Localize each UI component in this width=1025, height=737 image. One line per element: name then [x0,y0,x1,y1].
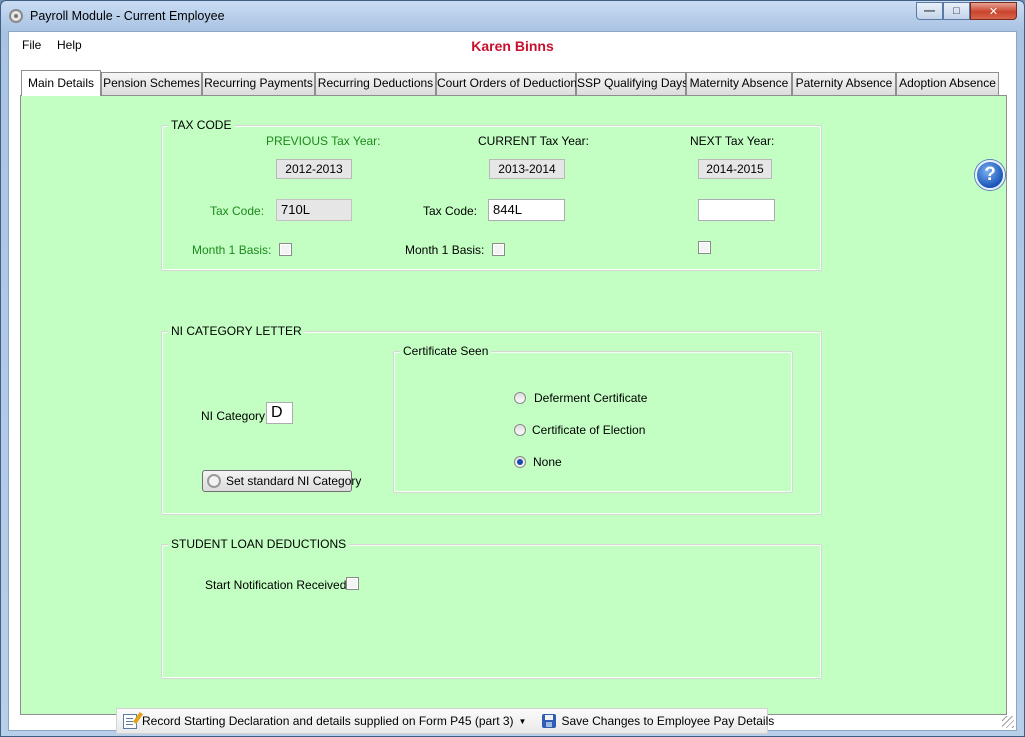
next-year-value: 2014-2015 [698,159,772,179]
none-radio[interactable] [514,456,526,468]
client-area: File Help Karen Binns Main Details Pensi… [8,31,1017,734]
current-year-label: CURRENT Tax Year: [478,134,589,148]
current-tax-code-field[interactable]: 844L [488,199,565,221]
ni-category-label: NI Category: [201,409,269,423]
save-changes-button[interactable]: Save Changes to Employee Pay Details [536,710,780,732]
tab-recurring-payments[interactable]: Recurring Payments [202,72,315,95]
student-loan-group: STUDENT LOAN DEDUCTIONS Start Notificati… [161,537,822,679]
tab-main-details[interactable]: Main Details [21,70,101,96]
save-changes-label: Save Changes to Employee Pay Details [561,714,775,728]
next-year-label: NEXT Tax Year: [690,134,775,148]
certificate-of-election-radio[interactable] [514,424,526,436]
tab-court-orders[interactable]: Court Orders of Deduction [436,72,577,95]
help-icon[interactable]: ? [975,160,1005,190]
ni-category-group: NI CATEGORY LETTER NI Category: D Set st… [161,324,822,515]
current-month1-label: Month 1 Basis: [405,243,485,257]
previous-tax-code-label: Tax Code: [210,204,265,218]
document-edit-icon [123,713,137,729]
set-standard-ni-label: Set standard NI Category [226,474,362,488]
current-tax-code-label: Tax Code: [423,204,478,218]
resize-grip[interactable] [1002,716,1014,728]
main-details-page: TAX CODE PREVIOUS Tax Year: CURRENT Tax … [20,95,1007,734]
maximize-icon: □ [953,5,960,17]
save-disk-icon [542,714,557,728]
start-notification-checkbox[interactable] [346,577,359,590]
tab-paternity-absence[interactable]: Paternity Absence [792,72,896,95]
minimize-icon: — [924,5,935,17]
previous-year-value: 2012-2013 [276,159,352,179]
record-starting-declaration-button[interactable]: Record Starting Declaration and details … [117,710,532,732]
settings-icon[interactable] [9,9,23,23]
gear-icon [207,474,221,488]
tab-adoption-absence[interactable]: Adoption Absence [896,72,999,95]
current-month1-checkbox[interactable] [492,243,505,256]
record-starting-declaration-label: Record Starting Declaration and details … [142,714,514,728]
maximize-button[interactable]: □ [943,2,970,20]
previous-tax-code-field: 710L [276,199,352,221]
certificate-seen-group: Certificate Seen Deferment Certificate C… [393,344,793,493]
ni-category-legend: NI CATEGORY LETTER [168,324,305,338]
chevron-down-icon[interactable]: ▼ [519,717,527,726]
deferment-certificate-label[interactable]: Deferment Certificate [534,391,647,405]
tab-recurring-deductions[interactable]: Recurring Deductions [315,72,436,95]
previous-month1-checkbox [279,243,292,256]
window-title: Payroll Module - Current Employee [30,9,225,23]
menu-bar: File Help Karen Binns [9,32,1016,58]
previous-year-label: PREVIOUS Tax Year: [266,134,381,148]
employee-name: Karen Binns [471,38,554,54]
next-month1-checkbox[interactable] [698,241,711,254]
previous-month1-label: Month 1 Basis: [192,243,272,257]
tab-pension-schemes[interactable]: Pension Schemes [101,72,202,95]
bottom-toolbar: Record Starting Declaration and details … [116,708,774,734]
deferment-certificate-radio[interactable] [514,392,526,404]
window-controls: — □ ✕ [916,2,1017,20]
tax-code-group: TAX CODE PREVIOUS Tax Year: CURRENT Tax … [161,118,822,271]
none-label[interactable]: None [533,455,562,469]
minimize-button[interactable]: — [916,2,943,20]
certificate-seen-legend: Certificate Seen [400,344,492,358]
title-bar: Payroll Module - Current Employee — □ ✕ [1,1,1024,31]
set-standard-ni-button[interactable]: Set standard NI Category [202,470,361,492]
tax-code-legend: TAX CODE [168,118,235,132]
tab-ssp-qualifying-days[interactable]: SSP Qualifying Days [576,72,688,95]
next-tax-code-field[interactable] [698,199,775,221]
tab-maternity-absence[interactable]: Maternity Absence [686,72,792,95]
close-icon: ✕ [988,5,999,18]
app-window: Payroll Module - Current Employee — □ ✕ … [0,0,1025,737]
start-notification-label: Start Notification Received: [205,578,350,592]
certificate-of-election-label[interactable]: Certificate of Election [532,423,645,437]
current-year-value: 2013-2014 [489,159,565,179]
student-loan-legend: STUDENT LOAN DEDUCTIONS [168,537,350,551]
ni-category-field[interactable]: D [266,402,293,424]
close-button[interactable]: ✕ [970,2,1017,20]
